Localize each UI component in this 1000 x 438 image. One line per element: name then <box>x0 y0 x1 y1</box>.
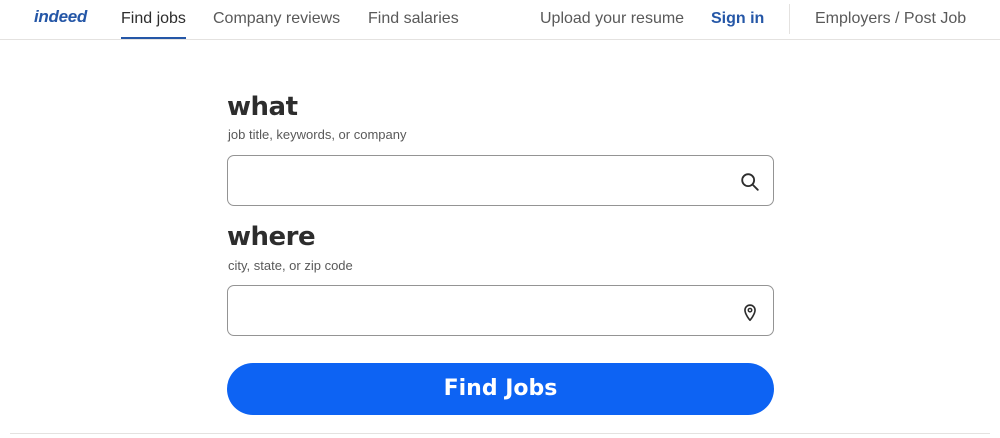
active-tab-indicator <box>121 37 186 39</box>
what-field[interactable] <box>227 155 774 206</box>
where-label: where <box>227 222 316 252</box>
find-jobs-button[interactable]: Find Jobs <box>227 363 774 415</box>
location-pin-icon <box>744 304 756 322</box>
sign-in-link[interactable]: Sign in <box>711 10 764 28</box>
indeed-logo[interactable]: indeed <box>34 7 87 27</box>
what-input[interactable] <box>238 164 728 197</box>
where-input[interactable] <box>238 294 728 327</box>
what-label: what <box>227 92 298 122</box>
nav-divider <box>789 4 790 34</box>
top-navigation: indeed Find jobs Company reviews Find sa… <box>0 0 1000 40</box>
nav-upload-resume[interactable]: Upload your resume <box>540 10 684 28</box>
nav-find-jobs[interactable]: Find jobs <box>121 10 186 28</box>
nav-employers-post-job[interactable]: Employers / Post Job <box>815 10 966 28</box>
where-hint: city, state, or zip code <box>228 258 353 273</box>
nav-find-salaries[interactable]: Find salaries <box>368 10 459 28</box>
where-field[interactable] <box>227 285 774 336</box>
bottom-divider <box>10 433 990 434</box>
nav-company-reviews[interactable]: Company reviews <box>213 10 340 28</box>
what-hint: job title, keywords, or company <box>228 127 407 142</box>
search-icon <box>741 173 759 191</box>
